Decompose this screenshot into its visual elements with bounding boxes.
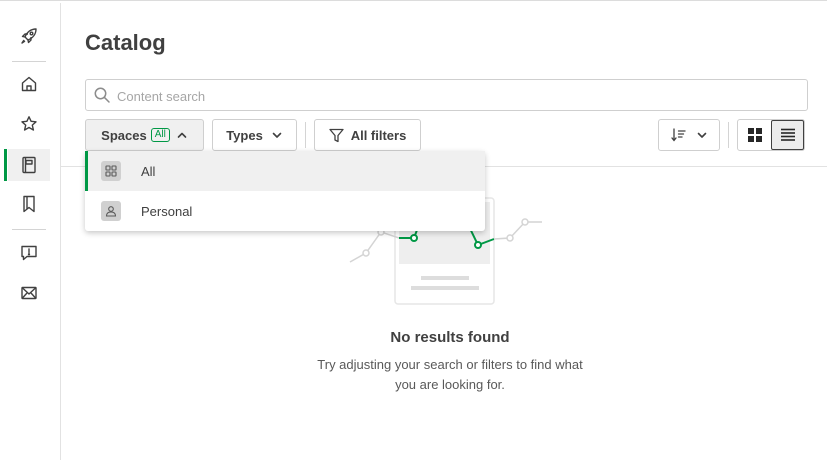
sidebar-divider <box>12 61 46 62</box>
types-filter-button[interactable]: Types <box>212 119 297 151</box>
top-border <box>0 0 827 3</box>
grid-icon <box>747 128 762 142</box>
filter-separator <box>305 122 306 148</box>
catalog-icon <box>22 156 36 174</box>
search-icon <box>94 87 110 103</box>
filter-icon <box>329 128 344 142</box>
sort-button[interactable] <box>658 119 720 151</box>
sort-icon <box>670 128 686 142</box>
bookmark-icon <box>23 195 35 213</box>
spaces-filter-badge: All <box>150 128 170 142</box>
home-icon <box>21 76 37 92</box>
left-sidebar <box>0 3 61 460</box>
empty-state-title: No results found <box>390 329 510 346</box>
sidebar-item-feedback[interactable] <box>8 237 50 269</box>
dropdown-item-all[interactable]: All <box>85 151 485 191</box>
page-title: Catalog <box>85 30 166 55</box>
sidebar-divider <box>12 229 46 230</box>
all-filters-button[interactable]: All filters <box>314 119 421 151</box>
search-input[interactable] <box>117 86 797 106</box>
chevron-up-icon <box>177 132 187 138</box>
person-icon <box>101 201 121 221</box>
view-toggle <box>737 119 805 151</box>
grid-icon <box>101 161 121 181</box>
empty-state-description: Try adjusting your search or filters to … <box>305 355 595 395</box>
view-separator <box>728 122 729 148</box>
list-view-button[interactable] <box>771 120 804 150</box>
sidebar-item-home[interactable] <box>8 68 50 100</box>
rocket-nav-button[interactable] <box>8 20 50 52</box>
rocket-icon <box>21 28 37 44</box>
mail-icon <box>21 286 37 300</box>
sidebar-item-catalog[interactable] <box>4 149 50 181</box>
sidebar-item-favorites[interactable] <box>8 108 50 140</box>
sidebar-item-collections[interactable] <box>8 188 50 220</box>
empty-state-description-line: you are looking for. <box>395 377 505 392</box>
all-filters-label: All filters <box>350 127 407 143</box>
chevron-down-icon <box>272 132 282 138</box>
types-filter-label: Types <box>226 127 263 143</box>
dropdown-item-label: All <box>141 163 156 179</box>
star-icon <box>21 116 37 131</box>
spaces-filter-button[interactable]: Spaces All <box>85 119 204 151</box>
grid-view-button[interactable] <box>738 120 771 150</box>
chevron-down-icon <box>697 132 706 138</box>
empty-state-description-line: Try adjusting your search or filters to … <box>317 357 583 372</box>
feedback-icon <box>21 245 37 261</box>
dropdown-item-personal[interactable]: Personal <box>85 191 485 231</box>
spaces-filter-label: Spaces <box>101 127 147 143</box>
content-search-box[interactable] <box>85 79 808 111</box>
list-icon <box>780 128 795 141</box>
dropdown-item-label: Personal <box>141 203 193 219</box>
spaces-dropdown-menu: All Personal <box>85 151 485 231</box>
sidebar-item-messages[interactable] <box>8 277 50 309</box>
